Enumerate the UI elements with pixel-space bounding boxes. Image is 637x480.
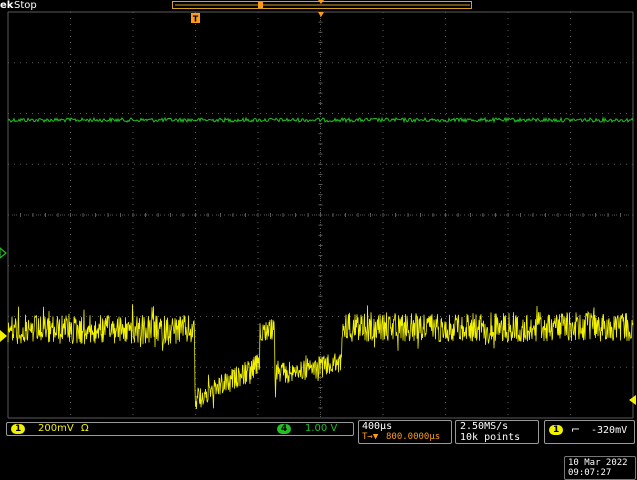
trigger-source-badge: 1 bbox=[549, 425, 564, 435]
trigger-position-marker[interactable]: T bbox=[191, 13, 200, 24]
waveform-display: T bbox=[0, 0, 636, 419]
timebase-scale: 400µs bbox=[362, 421, 393, 432]
channel-4-waveform bbox=[7, 116, 634, 124]
trigger-panel[interactable]: 1 ⌐ -320mV bbox=[544, 420, 635, 444]
channel-1-scale: 200mV bbox=[38, 423, 74, 434]
horizontal-position-icon: T→▼ bbox=[362, 432, 379, 442]
graticule bbox=[7, 11, 634, 419]
date-readout: 10 Mar 2022 bbox=[568, 458, 628, 468]
timebase-panel[interactable]: 400µs T→▼ 800.0000µs bbox=[358, 420, 452, 444]
channel-readout-panel: 1 200mV Ω 4 1.00 V bbox=[6, 422, 354, 436]
acquisition-panel[interactable]: 2.50MS/s 10k points bbox=[455, 420, 539, 444]
channel-4-scale: 1.00 V bbox=[305, 423, 338, 434]
sample-rate: 2.50MS/s bbox=[460, 421, 509, 432]
trigger-marker-label: T bbox=[193, 15, 199, 24]
falling-edge-icon: ⌐ bbox=[571, 423, 581, 436]
trigger-level: -320mV bbox=[591, 425, 628, 436]
datetime-panel: 10 Mar 2022 09:07:27 bbox=[564, 456, 636, 480]
horizontal-position: 800.0000µs bbox=[386, 432, 441, 442]
channel-1-ground-marker[interactable] bbox=[0, 330, 7, 342]
center-marker-icon bbox=[318, 12, 324, 17]
time-readout: 09:07:27 bbox=[568, 468, 612, 478]
record-length: 10k points bbox=[460, 432, 521, 443]
channel-4-badge[interactable]: 4 bbox=[277, 424, 292, 434]
record-bar-center-marker bbox=[318, 0, 324, 4]
record-bar-window bbox=[258, 2, 263, 8]
channel-1-badge[interactable]: 1 bbox=[11, 424, 26, 434]
channel-4-ground-marker[interactable] bbox=[0, 247, 7, 259]
channel-1-coupling: Ω bbox=[81, 423, 89, 434]
